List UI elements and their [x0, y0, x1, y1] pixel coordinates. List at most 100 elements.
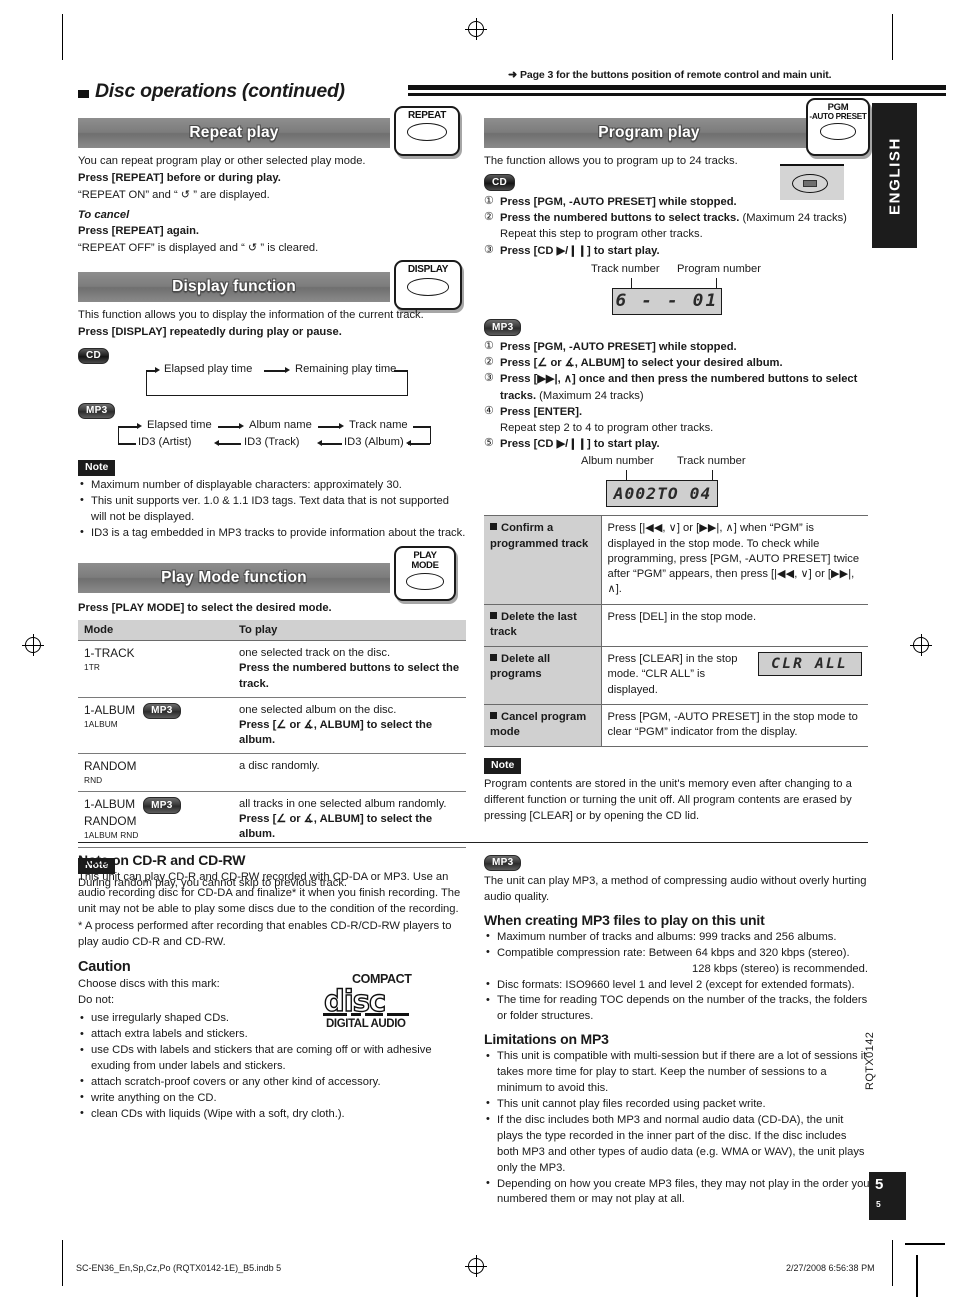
- column-header-mode: Mode: [78, 620, 233, 642]
- step-text-plain: (Maximum 24 tracks): [536, 389, 644, 402]
- step-number: ②: [484, 356, 494, 369]
- mp3-recommended-rate: 128 kbps (stereo) is recommended.: [692, 962, 868, 975]
- cd-display-caption-right: Program number: [677, 262, 761, 275]
- mode-indicator: 1TR: [84, 662, 100, 673]
- step-number: ④: [484, 404, 494, 417]
- mode-name: RANDOM: [84, 759, 137, 774]
- op-label-cell: Delete all programs: [484, 646, 602, 705]
- cd-logo-bottom-text: DIGITAL AUDIO: [326, 1018, 406, 1030]
- cdr-note-heading: Note on CD-R and CD-RW: [78, 852, 246, 868]
- list-item: Disc formats: ISO9660 level 1 and level …: [484, 977, 870, 994]
- repeat-result: “REPEAT ON” and “ ↺ ” are displayed.: [78, 188, 270, 201]
- list-item: ② Press the numbered buttons to select t…: [484, 210, 868, 242]
- step-text-bold: Press [∠ or ∡, ALBUM] to select your des…: [500, 357, 783, 370]
- table-row: 1-ALBUM MP3 RANDOM 1ALBUM RND all tracks…: [78, 791, 466, 849]
- display-button-cap: [407, 277, 449, 296]
- program-operations-table: Confirm a programmed track Press [|◀◀, ∨…: [484, 515, 868, 748]
- toplay-line: one selected album on the disc.: [239, 703, 397, 716]
- op-text: Press [PGM, -AUTO PRESET] in the stop mo…: [607, 710, 858, 739]
- repeat-intro: You can repeat program play or other sel…: [78, 155, 366, 167]
- cd-program-display-group: Track number Program number 6 - - 01: [484, 263, 868, 321]
- repeat-play-heading: Repeat play: [189, 124, 279, 141]
- op-text-cell: Press [CLEAR] in the stop mode. “CLR ALL…: [601, 646, 868, 705]
- section-header-display-function: Display function: [78, 272, 390, 303]
- mp3-pill: MP3: [143, 702, 181, 720]
- toplay-cell: one selected track on the disc. Press th…: [233, 640, 466, 698]
- left-column: Repeat play REPEAT You can repeat progra…: [78, 106, 466, 893]
- repeat-cancel-instruction: Press [REPEAT] again.: [78, 224, 200, 237]
- title-rule-thick: [408, 85, 946, 90]
- cd-display-caption-left: Track number: [591, 262, 660, 275]
- mp3-display-flow-diagram: Elapsed time Album name Track name ID3 (…: [78, 419, 466, 459]
- cdr-note-footnote: * A process performed after recording th…: [78, 919, 452, 948]
- square-bullet-icon: [490, 611, 497, 619]
- section-header-repeat-play: Repeat play: [78, 118, 390, 148]
- mode-indicator: 1ALBUM RND: [84, 829, 139, 840]
- list-item: Maximum number of tracks and albums: 999…: [484, 929, 870, 946]
- op-label-cell: Delete the last track: [484, 604, 602, 648]
- page-number-box: 5 5: [869, 1172, 906, 1220]
- repeat-button-label: REPEAT: [407, 110, 447, 121]
- repeat-cancel-heading: To cancel: [78, 208, 130, 221]
- crop-mark-top-rule: [905, 1243, 945, 1246]
- step-text-bold: Press [CD ▶/❙❙] to start play.: [500, 244, 660, 257]
- mp3-flow-bottom-1: ID3 (Track): [244, 436, 300, 449]
- table-row: 1-ALBUM MP3 1ALBUM one selected album on…: [78, 697, 466, 755]
- display-function-heading: Display function: [172, 278, 296, 296]
- table-row: Delete all programs Press [CLEAR] in the…: [484, 646, 868, 705]
- cd-program-lcd: 6 - - 01: [612, 287, 722, 315]
- table-row: Confirm a programmed track Press [|◀◀, ∨…: [484, 515, 868, 605]
- step-subtext: Repeat step 2 to 4 to program other trac…: [500, 422, 714, 435]
- note-tag-display: Note: [78, 460, 116, 476]
- step-number: ⑤: [484, 437, 494, 450]
- program-cd-steps: ① Press [PGM, -AUTO PRESET] while stoppe…: [484, 194, 868, 259]
- step-number: ①: [484, 339, 494, 352]
- mp3-pill-display: MP3: [78, 402, 116, 420]
- repeat-instruction: Press [REPEAT] before or during play.: [78, 171, 281, 184]
- step-subtext: Repeat this step to program other tracks…: [500, 228, 703, 241]
- mode-name: 1-TRACK: [84, 646, 135, 661]
- display-instruction: Press [DISPLAY] repeatedly during play o…: [78, 326, 342, 339]
- crop-mark-br-v: [892, 1240, 894, 1286]
- cd-pill-program: CD: [484, 174, 516, 191]
- table-row: Cancel program mode Press [PGM, -AUTO PR…: [484, 704, 868, 748]
- list-item: write anything on the CD.: [78, 1090, 468, 1107]
- list-item: ① Press [PGM, -AUTO PRESET] while stoppe…: [484, 339, 868, 355]
- crop-mark-bl-v: [62, 1240, 64, 1286]
- op-text-cell: Press [|◀◀, ∨] or [▶▶|, ∧] when “PGM” is…: [601, 515, 868, 605]
- mp3-intro: The unit can play MP3, a method of compr…: [484, 875, 867, 903]
- op-label-cell: Cancel program mode: [484, 704, 602, 748]
- list-item: Compatible compression rate: Between 64 …: [484, 945, 870, 978]
- language-tab: ENGLISH: [872, 103, 917, 248]
- mode-indicator: 1ALBUM: [84, 719, 118, 730]
- mp3-program-display-group: Album number Track number A002TO 04: [484, 455, 868, 513]
- play-mode-button-cap: [406, 572, 444, 590]
- step-text-plain: (Maximum 24 tracks): [739, 212, 847, 225]
- list-item: ① Press [PGM, -AUTO PRESET] while stoppe…: [484, 194, 868, 210]
- square-bullet-icon: [490, 654, 497, 662]
- mp3-flow-top-1: Album name: [249, 419, 312, 432]
- mp3-limitations-heading: Limitations on MP3: [484, 1031, 609, 1048]
- section-divider: [78, 842, 868, 844]
- list-item: use irregularly shaped CDs.: [78, 1011, 350, 1027]
- step-number: ③: [484, 243, 494, 256]
- program-play-heading: Program play: [598, 124, 700, 141]
- footer-filename: SC-EN36_En,Sp,Cz,Po (RQTX0142-1E)_B5.ind…: [76, 1263, 282, 1273]
- list-item: The time for reading TOC depends on the …: [484, 993, 870, 1025]
- op-label: Delete all programs: [490, 653, 551, 681]
- step-number: ①: [484, 194, 494, 207]
- list-item: Depending on how you create MP3 files, t…: [484, 1176, 870, 1209]
- table-row: 1-TRACK 1TR one selected track on the di…: [78, 640, 466, 698]
- step-text-bold: Press [ENTER].: [500, 405, 583, 418]
- list-item: clean CDs with liquids (Wipe with a soft…: [78, 1106, 468, 1123]
- list-item: attach extra labels and stickers.: [78, 1027, 350, 1043]
- step-number: ③: [484, 372, 494, 385]
- section-header-play-mode: Play Mode function: [78, 563, 390, 594]
- square-bullet-icon: [490, 711, 497, 719]
- toplay-line: one selected track on the disc.: [239, 647, 391, 660]
- crop-mark-right-rule: [916, 1255, 918, 1297]
- section-header-program-play: Program play: [484, 118, 814, 148]
- mp3-pill: MP3: [143, 797, 181, 814]
- step-number: ②: [484, 211, 494, 224]
- list-item: ID3 is a tag embedded in MP3 tracks to p…: [78, 525, 466, 542]
